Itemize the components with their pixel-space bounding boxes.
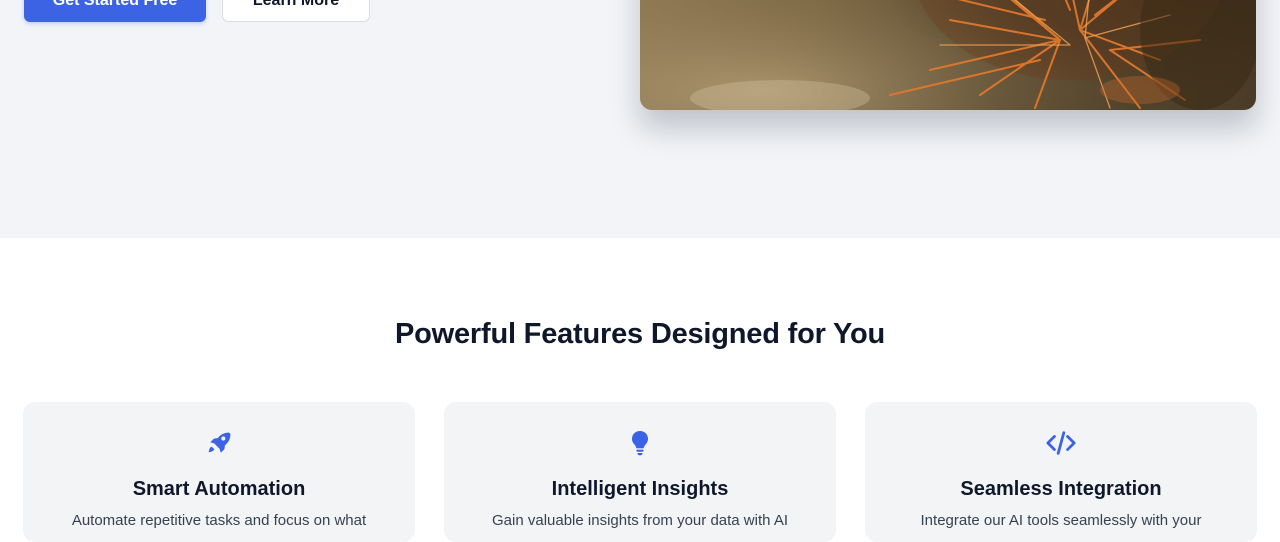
features-title: Powerful Features Designed for You xyxy=(394,318,886,350)
feature-card-smart-automation: Smart Automation Automate repetitive tas… xyxy=(23,402,415,542)
code-icon xyxy=(1046,428,1076,458)
get-started-button[interactable]: Get Started Free xyxy=(24,0,206,22)
feature-card-description: Gain valuable insights from your data wi… xyxy=(492,512,788,529)
feature-card-intelligent-insights: Intelligent Insights Gain valuable insig… xyxy=(444,402,836,542)
rocket-icon xyxy=(204,428,234,458)
lightbulb-icon xyxy=(625,428,655,458)
feature-card-description: Integrate our AI tools seamlessly with y… xyxy=(920,512,1202,529)
features-section: Powerful Features Designed for You Smart… xyxy=(0,238,1280,542)
learn-more-button[interactable]: Learn More xyxy=(222,0,370,22)
hero-section: Get Started Free Learn More xyxy=(0,0,1280,238)
feature-card-description: Automate repetitive tasks and focus on w… xyxy=(71,512,367,529)
feature-card-title: Intelligent Insights xyxy=(551,478,729,500)
hero-image xyxy=(640,0,1256,110)
feature-card-seamless-integration: Seamless Integration Integrate our AI to… xyxy=(865,402,1257,542)
feature-card-title: Seamless Integration xyxy=(960,478,1162,500)
feature-card-title: Smart Automation xyxy=(132,478,306,500)
